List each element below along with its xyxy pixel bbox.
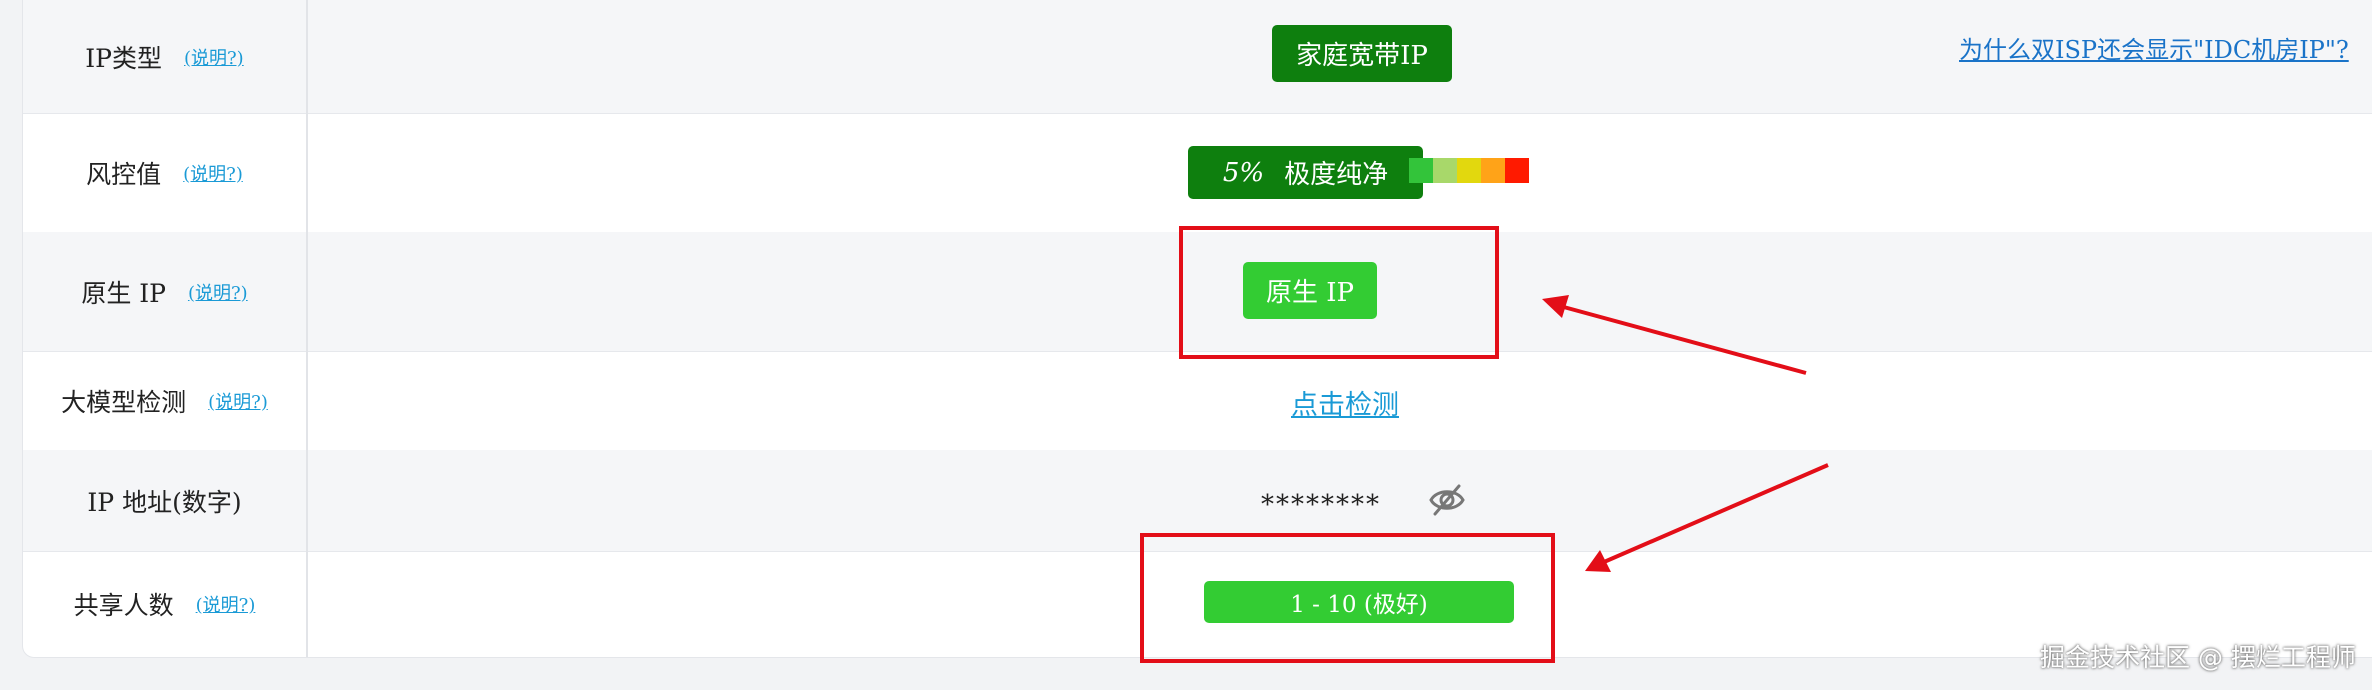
risk-color-scale [1409, 158, 1529, 183]
row-label: IP 地址(数字) [87, 487, 242, 517]
row-label: 风控值 [86, 159, 162, 189]
row-label: IP类型 [85, 43, 162, 73]
row-ip-address-numeric: IP 地址(数字) ******** [23, 450, 2372, 552]
value-cell: 5% 极度纯净 [308, 113, 2372, 232]
help-link[interactable]: (说明?) [183, 160, 243, 186]
row-label: 大模型检测 [61, 387, 187, 417]
detect-link[interactable]: 点击检测 [1291, 383, 1399, 422]
risk-scale-segment [1409, 158, 1433, 183]
value-cell: 原生 IP [308, 232, 2372, 351]
ip-info-table: IP类型 (说明?) 家庭宽带IP 为什么双ISP还会显示"IDC机房IP"? … [22, 0, 2372, 658]
label-cell: 共享人数 (说明?) [23, 551, 308, 657]
risk-scale-segment [1481, 158, 1505, 183]
risk-score-badge: 5% 极度纯净 [1188, 146, 1423, 199]
label-cell: 风控值 (说明?) [23, 113, 308, 232]
help-link[interactable]: (说明?) [184, 44, 244, 70]
shared-users-badge: 1 - 10 (极好) [1204, 581, 1514, 623]
value-cell: 点击检测 [308, 351, 2372, 450]
help-link[interactable]: (说明?) [196, 591, 256, 617]
watermark: 掘金技术社区 @ 摆烂工程师 [2040, 643, 2356, 672]
risk-scale-segment [1505, 158, 1529, 183]
value-cell: ******** [308, 450, 2372, 551]
row-risk-score: 风控值 (说明?) 5% 极度纯净 [23, 113, 2372, 233]
row-llm-detection: 大模型检测 (说明?) 点击检测 [23, 351, 2372, 451]
row-native-ip: 原生 IP (说明?) 原生 IP [23, 232, 2372, 352]
label-cell: IP 地址(数字) [23, 450, 308, 551]
help-link[interactable]: (说明?) [208, 388, 268, 414]
row-label: 共享人数 [73, 591, 174, 620]
risk-scale-segment [1433, 158, 1457, 183]
label-cell: 大模型检测 (说明?) [23, 351, 308, 450]
native-ip-badge: 原生 IP [1243, 262, 1377, 319]
risk-scale-segment [1457, 158, 1481, 183]
masked-ip-value: ******** [1261, 490, 1381, 520]
risk-score-desc: 极度纯净 [1284, 160, 1389, 190]
eye-slash-icon[interactable] [1428, 482, 1466, 518]
help-link[interactable]: (说明?) [188, 279, 248, 305]
why-dual-isp-link[interactable]: 为什么双ISP还会显示"IDC机房IP"? [1959, 30, 2349, 65]
row-shared-users: 共享人数 (说明?) 1 - 10 (极好) [23, 551, 2372, 657]
risk-score-value: 5% [1222, 157, 1265, 188]
row-label: 原生 IP [81, 278, 166, 308]
label-cell: IP类型 (说明?) [23, 0, 308, 113]
label-cell: 原生 IP (说明?) [23, 232, 308, 351]
ip-type-badge: 家庭宽带IP [1272, 25, 1452, 82]
